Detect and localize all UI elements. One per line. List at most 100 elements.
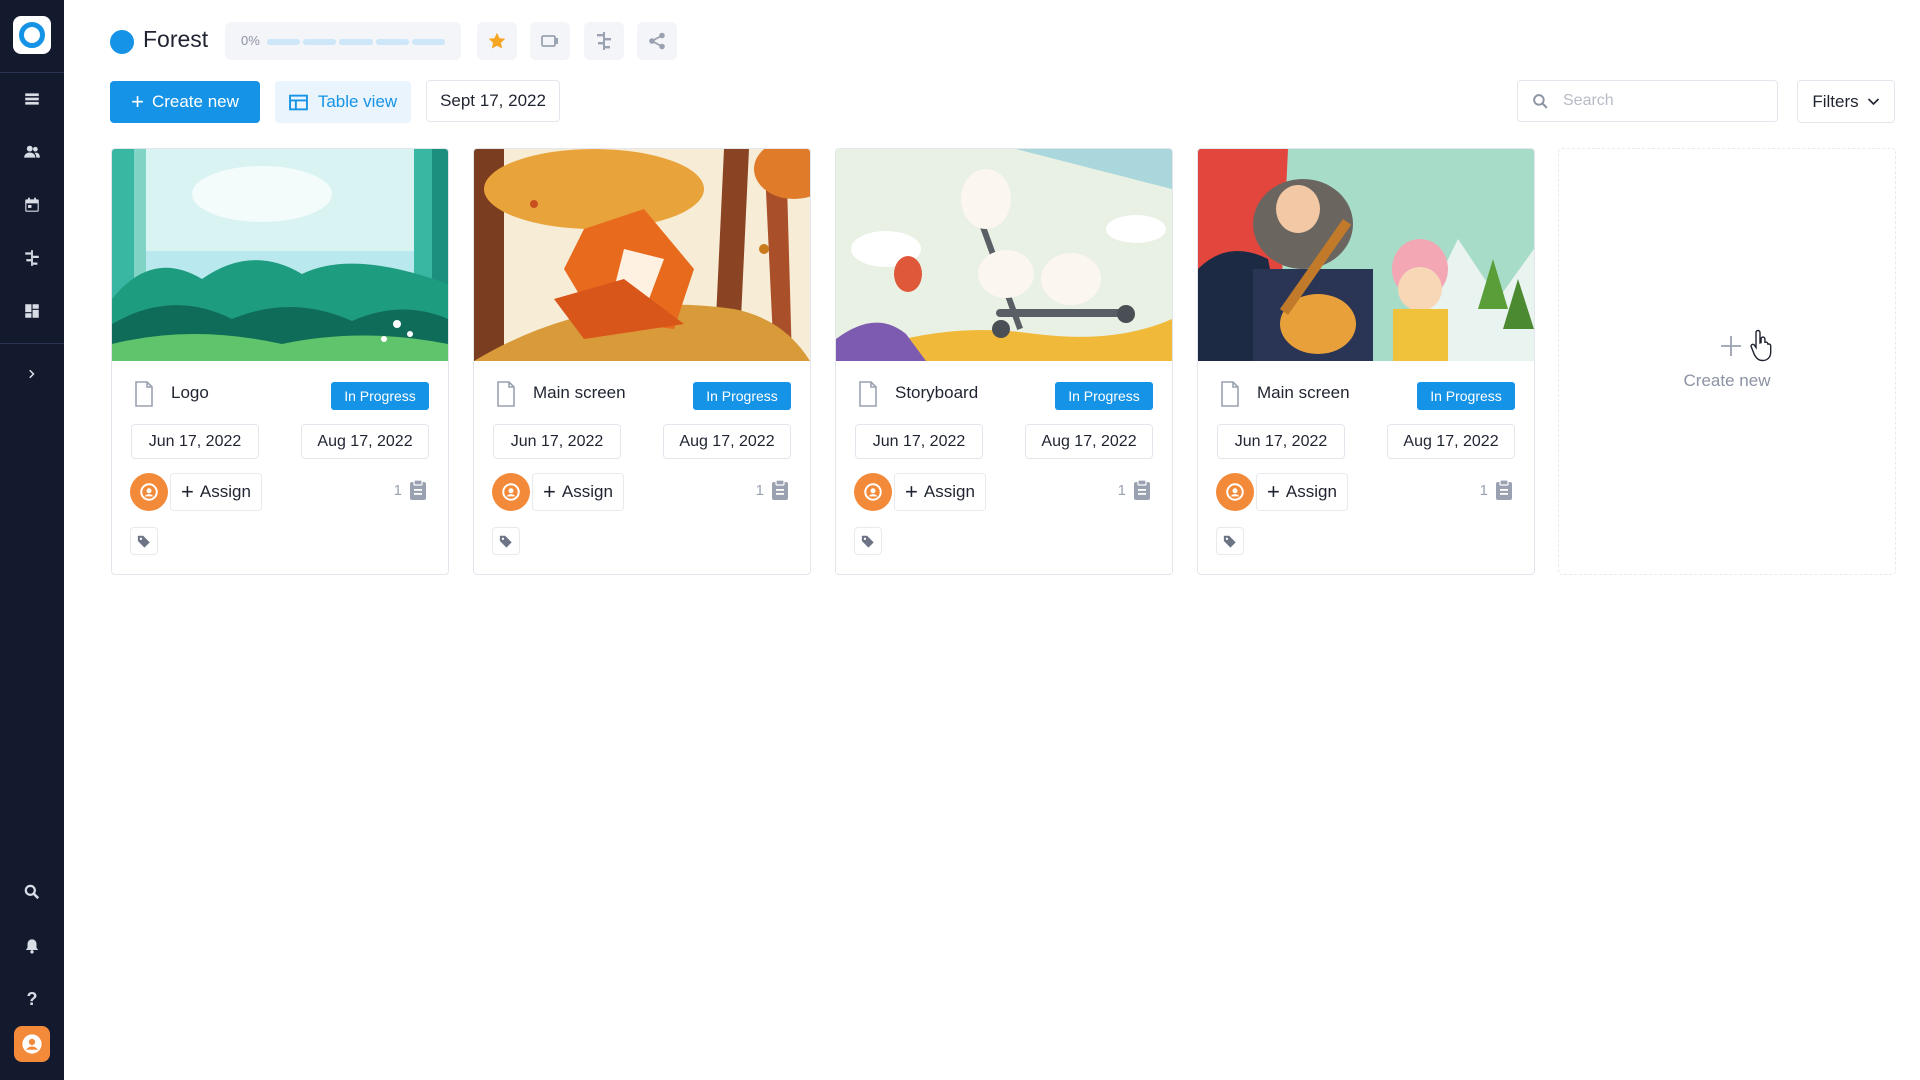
share-icon — [649, 32, 665, 50]
sidebar-item-users[interactable] — [0, 132, 64, 172]
start-date[interactable]: Jun 17, 2022 — [131, 424, 259, 459]
sidebar-search-button[interactable] — [0, 872, 64, 912]
end-date[interactable]: Aug 17, 2022 — [663, 424, 791, 459]
status-badge[interactable]: In Progress — [1055, 382, 1153, 410]
sidebar-item-timeline[interactable] — [0, 238, 64, 278]
card-title: Logo — [171, 383, 209, 402]
user-avatar[interactable] — [14, 1026, 50, 1062]
tag-icon — [137, 535, 150, 548]
filters-dropdown[interactable]: Filters — [1797, 80, 1895, 123]
app-logo[interactable] — [13, 16, 51, 54]
user-icon — [1226, 483, 1244, 501]
create-new-button[interactable]: + Create new — [110, 81, 260, 123]
dashboard-icon — [25, 304, 39, 318]
bell-icon — [25, 939, 39, 954]
sidebar-item-dashboard[interactable] — [0, 291, 64, 331]
sidebar-notifications-button[interactable] — [0, 926, 64, 966]
task-card[interactable]: Logo In Progress Jun 17, 2022 Aug 17, 20… — [111, 148, 449, 575]
task-card[interactable]: Main screen In Progress Jun 17, 2022 Aug… — [473, 148, 811, 575]
card-image-foxes — [474, 149, 810, 361]
attachment-count: 1 — [755, 482, 764, 499]
start-date[interactable]: Jun 17, 2022 — [493, 424, 621, 459]
tag-icon — [1223, 535, 1236, 548]
tag-button[interactable] — [492, 527, 520, 555]
chevron-down-icon — [1867, 97, 1879, 105]
assignee-avatar[interactable] — [1216, 473, 1254, 511]
hand-cursor-icon — [1750, 329, 1772, 362]
card-image-bear-guitar — [1198, 149, 1534, 361]
task-card[interactable]: Main screen In Progress Jun 17, 2022 Aug… — [1197, 148, 1535, 575]
assignee-avatar[interactable] — [492, 473, 530, 511]
sidebar-divider — [0, 343, 64, 344]
user-icon — [140, 483, 158, 501]
assign-label: Assign — [199, 482, 251, 501]
clipboard-icon[interactable] — [1133, 479, 1151, 501]
search-box[interactable] — [1517, 80, 1778, 122]
document-icon — [859, 381, 877, 407]
user-icon — [22, 1034, 42, 1054]
clipboard-icon[interactable] — [771, 479, 789, 501]
end-date[interactable]: Aug 17, 2022 — [1387, 424, 1515, 459]
assign-button[interactable]: + Assign — [170, 473, 262, 511]
card-title: Main screen — [533, 383, 626, 402]
progress-label: 0% — [241, 33, 260, 48]
search-input[interactable] — [1561, 91, 1745, 111]
start-date[interactable]: Jun 17, 2022 — [855, 424, 983, 459]
search-icon — [24, 884, 40, 900]
chevron-right-icon — [29, 369, 35, 379]
sidebar-item-list[interactable] — [0, 79, 64, 119]
sidebar-expand-button[interactable] — [0, 354, 64, 394]
create-new-card[interactable]: Create new — [1558, 148, 1896, 575]
end-date[interactable]: Aug 17, 2022 — [301, 424, 429, 459]
project-color-dot — [110, 30, 134, 54]
calendar-icon — [25, 197, 39, 212]
favorite-button[interactable] — [477, 22, 517, 60]
tag-button[interactable] — [1216, 527, 1244, 555]
video-button[interactable] — [530, 22, 570, 60]
assign-button[interactable]: + Assign — [894, 473, 986, 511]
task-card[interactable]: Storyboard In Progress Jun 17, 2022 Aug … — [835, 148, 1173, 575]
plus-icon: + — [905, 479, 918, 504]
card-image-bunnies — [836, 149, 1172, 361]
clipboard-icon[interactable] — [1495, 479, 1513, 501]
card-title: Storyboard — [895, 383, 979, 402]
plus-icon: + — [1267, 479, 1280, 504]
project-title: Forest — [143, 26, 209, 52]
tag-icon — [861, 535, 874, 548]
plus-icon: + — [131, 89, 144, 114]
timeline-button[interactable] — [584, 22, 624, 60]
assign-button[interactable]: + Assign — [532, 473, 624, 511]
table-view-button[interactable]: Table view — [275, 81, 411, 123]
share-button[interactable] — [637, 22, 677, 60]
status-badge[interactable]: In Progress — [1417, 382, 1515, 410]
timeline-icon — [597, 32, 611, 50]
progress-bar — [267, 39, 446, 45]
plus-icon: + — [543, 479, 556, 504]
users-icon — [24, 145, 40, 158]
assignee-avatar[interactable] — [130, 473, 168, 511]
status-badge[interactable]: In Progress — [693, 382, 791, 410]
document-icon — [135, 381, 153, 407]
tag-button[interactable] — [854, 527, 882, 555]
sidebar-divider — [0, 72, 64, 73]
sidebar: ? — [0, 0, 64, 1080]
clipboard-icon[interactable] — [409, 479, 427, 501]
star-icon — [488, 32, 506, 49]
plus-icon: + — [181, 479, 194, 504]
date-picker-button[interactable]: Sept 17, 2022 — [426, 80, 560, 122]
sidebar-item-calendar[interactable] — [0, 185, 64, 225]
attachment-count: 1 — [1479, 482, 1488, 499]
end-date[interactable]: Aug 17, 2022 — [1025, 424, 1153, 459]
card-image-forest — [112, 149, 448, 361]
assignee-avatar[interactable] — [854, 473, 892, 511]
assign-label: Assign — [561, 482, 613, 501]
plus-icon — [1721, 336, 1741, 356]
assign-button[interactable]: + Assign — [1256, 473, 1348, 511]
project-progress: 0% — [225, 22, 461, 60]
start-date[interactable]: Jun 17, 2022 — [1217, 424, 1345, 459]
sidebar-help-button[interactable]: ? — [0, 979, 64, 1019]
tag-button[interactable] — [130, 527, 158, 555]
status-badge[interactable]: In Progress — [331, 382, 429, 410]
card-title: Main screen — [1257, 383, 1350, 402]
table-icon — [288, 94, 308, 110]
